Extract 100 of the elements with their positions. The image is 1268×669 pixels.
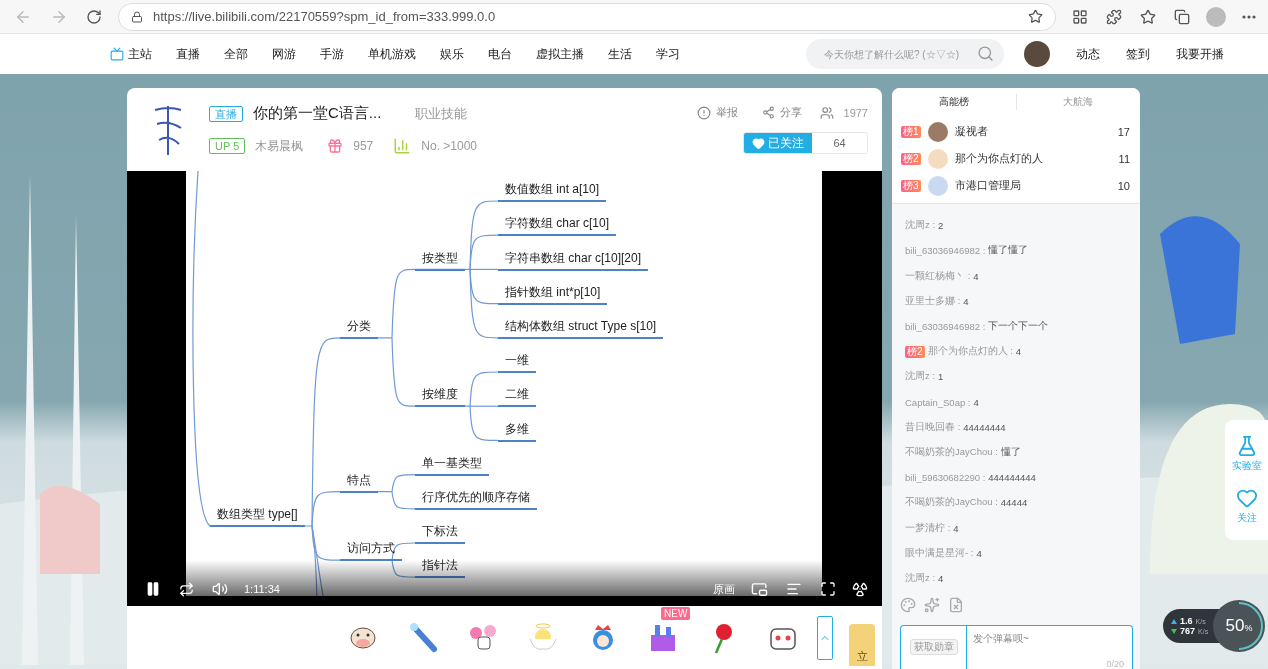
search-field[interactable]: 今天你想了解什么呢? (☆▽☆) [806,39,1004,70]
nav-link[interactable]: 电台 [488,45,512,63]
char-counter: 0/20 [1106,659,1124,669]
download-speed: 767 [1180,626,1196,637]
video-player[interactable]: 数值数组 int a[10] 字符数组 char c[10] 字符串数组 char c[10][20] 指针数组 int*p[10] 结构体数组 struct Type s[10] 按类型 一维 二维 多维 按维度 分类 单一基类型 行序优先的顺序存储 特点 下标法 指针法 访问方式 数组类型 type[] 1:11:34 原画 [127,171,882,607]
reload-icon [86,8,102,25]
nav-link[interactable]: 学习 [656,45,680,63]
mindmap-node: 分类 [340,317,378,339]
live-tag: 直播 [209,105,243,122]
chat-username[interactable]: 沈周z : [905,219,936,233]
score: 17 [1117,125,1130,138]
share-link[interactable]: 分享 [761,105,802,121]
nav-link[interactable]: 生活 [608,45,632,63]
nav-action-link[interactable]: 动态 [1076,45,1100,63]
nav-link[interactable]: 全部 [224,45,248,63]
load-unit: % [1244,623,1253,634]
report-link[interactable]: 举报 [696,105,738,121]
speaker-icon [212,581,228,598]
chat-username[interactable]: bili_63036946982 : [905,245,986,257]
chat-message: 4 [973,270,979,282]
fan-count: 64 [832,136,847,152]
nav-link[interactable]: 娱乐 [440,45,464,63]
chat-message: 4 [976,547,982,559]
mindmap-node: 特点 [340,470,378,493]
upload-speed: 1.6 [1180,616,1193,627]
chat-username[interactable]: 昔日晚回春 : [905,420,961,434]
nav-action-link[interactable]: 签到 [1126,45,1150,63]
chat-username[interactable]: 眼中满是星河- : [905,546,974,560]
chat-message: 2 [938,220,944,232]
tv-icon [110,47,124,62]
expand-button[interactable] [817,615,833,660]
anchor-name[interactable]: 木易晨枫 [255,137,304,155]
category-link[interactable]: 职业技能 [415,104,468,123]
user-name[interactable]: 市港口管理局 [954,178,1111,194]
chat-username[interactable]: 不喝奶茶的JayChou : [905,445,998,459]
chat-username[interactable]: 沈周z : [905,370,936,384]
follow-dock-button[interactable]: 关注 [1235,487,1258,526]
pause-icon [145,581,161,598]
mindmap-node: 按类型 [415,248,465,271]
mindmap-node: 行序优先的顺序存储 [415,488,537,510]
pip-icon [751,580,768,598]
lock-icon [131,10,143,23]
chat-username[interactable]: Captain_S0ap : [905,396,971,408]
user-avatar[interactable] [1024,41,1050,68]
get-medal-button[interactable]: 获取勋章 [909,639,958,655]
pinned-badge[interactable]: 立 [849,623,875,666]
mindmap-node: 二维 [498,385,536,408]
level-tag: UP 5 [209,138,246,155]
loop-icon [179,581,194,597]
chat-username[interactable]: 沈周z : [905,571,936,585]
chat-message: 44444444 [963,421,1006,433]
mindmap-node: 下标法 [415,522,465,545]
load-value: 50 [1225,616,1245,637]
search-icon[interactable] [977,45,994,63]
radiation-icon[interactable] [852,581,868,598]
nav-link[interactable]: 虚拟主播 [536,45,584,63]
nav-link[interactable]: 单机游戏 [368,45,416,63]
user-name[interactable]: 那个为你点灯的人 [954,151,1112,167]
lab-button[interactable]: 实验室 [1231,435,1262,474]
mindmap-node: 单一基类型 [415,453,489,476]
stream-time: 1:11:34 [244,583,280,596]
chat-username[interactable]: 不喝奶茶的JayChou : [905,496,998,510]
follow-widget[interactable]: 已关注 64 [743,132,868,155]
chat-username[interactable]: bili_59630682290 : [905,472,986,484]
rank-bars-icon [393,137,412,156]
home-link[interactable]: 主站 [110,45,152,63]
quality-button[interactable]: 原画 [713,581,735,597]
nav-link[interactable]: 手游 [320,45,344,63]
mindmap-node: 访问方式 [340,539,402,562]
heart-icon [752,136,765,150]
gift-count: 957 [353,139,374,154]
user-name[interactable]: 凝视者 [954,124,1111,140]
more-icon [1242,14,1256,19]
user-avatar[interactable] [927,121,948,142]
favorite-star-icon[interactable] [1028,9,1043,25]
room-title: 你的第一堂C语言... [253,104,382,124]
chat-message: 4 [973,396,979,408]
chat-message: 1 [938,371,944,383]
follow-button[interactable]: 已关注 [744,133,812,154]
mindmap-node: 一维 [498,351,536,374]
ranking-tab[interactable]: 高能榜 [892,94,1016,111]
nav-link[interactable]: 直播 [176,45,200,63]
collections-icon [1174,8,1190,25]
chat-username[interactable]: bili_63036946982 : [905,321,986,333]
address-bar[interactable]: https://live.bilibili.com/22170559?spm_id_from=333.999.0.0 [118,2,1056,31]
chat-message: 懂了懂了 [988,244,1029,258]
chat-message: 下一个下一个 [988,320,1049,334]
chat-username[interactable]: 亚里士多娜 : [905,294,961,308]
danmaku-composer[interactable]: 获取勋章 发个弹幕呗~ 0/20 [900,625,1133,669]
ranking-tab[interactable]: 大航海 [1015,94,1140,111]
chat-message: 444444444 [988,472,1036,484]
mindmap-node: 字符数组 char c[10] [498,214,617,237]
grid-icon [1072,8,1088,25]
nav-action-link[interactable]: 我要开播 [1176,45,1224,63]
mindmap-node: 多维 [498,419,536,442]
mindmap-node: 数组类型 type[] [210,505,305,528]
fullscreen-icon [820,581,836,598]
mindmap-node: 结构体数组 struct Type s[10] [498,317,664,339]
chat-username[interactable]: 那个为你点灯的人 : [927,345,1013,359]
nav-link[interactable]: 网游 [272,45,296,63]
